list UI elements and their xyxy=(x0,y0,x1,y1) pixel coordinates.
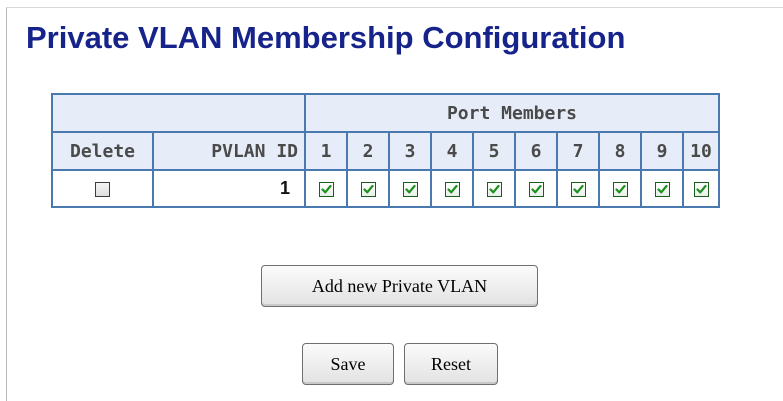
port-cell xyxy=(514,169,558,208)
header-port-7: 7 xyxy=(556,131,600,171)
port-7-checkbox[interactable] xyxy=(570,181,586,197)
save-button[interactable]: Save xyxy=(302,343,394,385)
table-column-header-row: Delete PVLAN ID 1 2 3 4 5 6 7 8 9 10 xyxy=(51,131,720,171)
port-cell xyxy=(556,169,600,208)
port-8-checkbox[interactable] xyxy=(612,181,628,197)
port-3-checkbox[interactable] xyxy=(402,181,418,197)
port-cell xyxy=(304,169,348,208)
check-mark-icon xyxy=(572,184,584,193)
header-port-6: 6 xyxy=(514,131,558,171)
check-mark-icon xyxy=(404,184,416,193)
check-mark-icon xyxy=(362,184,374,193)
frame-border-left xyxy=(6,7,7,401)
header-port-1: 1 xyxy=(304,131,348,171)
pvlan-membership-table: Port Members Delete PVLAN ID 1 2 3 4 5 6… xyxy=(51,93,720,208)
check-mark-icon xyxy=(695,184,707,193)
port-cell xyxy=(682,169,720,208)
header-port-9: 9 xyxy=(640,131,684,171)
reset-button[interactable]: Reset xyxy=(404,343,498,385)
port-cell xyxy=(598,169,642,208)
header-blank-cell xyxy=(51,93,306,133)
add-new-private-vlan-button[interactable]: Add new Private VLAN xyxy=(261,265,538,307)
port-cell xyxy=(346,169,390,208)
check-mark-icon xyxy=(530,184,542,193)
port-2-checkbox[interactable] xyxy=(360,181,376,197)
frame-border-top xyxy=(6,7,783,8)
port-5-checkbox[interactable] xyxy=(486,181,502,197)
page-title: Private VLAN Membership Configuration xyxy=(26,20,626,55)
check-mark-icon xyxy=(320,184,332,193)
header-port-10: 10 xyxy=(682,131,720,171)
table-row: 1 xyxy=(51,169,720,208)
header-pvlan-id: PVLAN ID xyxy=(152,131,306,171)
header-port-members: Port Members xyxy=(304,93,720,133)
delete-cell xyxy=(51,169,154,208)
check-mark-icon xyxy=(488,184,500,193)
header-port-4: 4 xyxy=(430,131,474,171)
port-9-checkbox[interactable] xyxy=(654,181,670,197)
port-6-checkbox[interactable] xyxy=(528,181,544,197)
header-port-3: 3 xyxy=(388,131,432,171)
check-mark-icon xyxy=(446,184,458,193)
port-4-checkbox[interactable] xyxy=(444,181,460,197)
header-delete: Delete xyxy=(51,131,154,171)
port-1-checkbox[interactable] xyxy=(318,181,334,197)
delete-checkbox[interactable] xyxy=(95,181,110,197)
table-group-header-row: Port Members xyxy=(51,93,720,133)
port-cell xyxy=(388,169,432,208)
port-10-checkbox[interactable] xyxy=(693,181,709,197)
port-cell xyxy=(430,169,474,208)
header-port-2: 2 xyxy=(346,131,390,171)
port-cell xyxy=(640,169,684,208)
port-cell xyxy=(472,169,516,208)
header-port-5: 5 xyxy=(472,131,516,171)
header-port-8: 8 xyxy=(598,131,642,171)
check-mark-icon xyxy=(614,184,626,193)
check-mark-icon xyxy=(656,184,668,193)
pvlan-id-value: 1 xyxy=(152,169,306,208)
